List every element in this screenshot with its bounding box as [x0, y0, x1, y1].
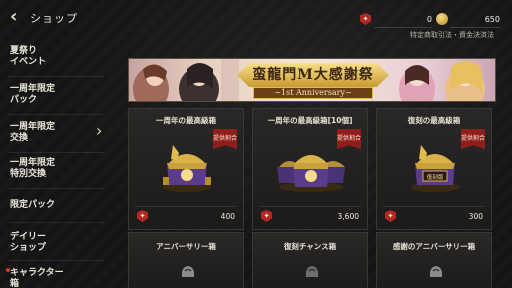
divider	[8, 222, 104, 223]
divider	[374, 27, 432, 28]
price: ✦ 400	[137, 210, 235, 222]
sidebar-item-label: 一周年限定 パック	[10, 84, 56, 105]
sidebar-item-anniv-special-exchange[interactable]: 一周年限定 特別交換	[0, 158, 104, 180]
red-gem-icon: ✦	[360, 13, 371, 25]
character-art-left	[133, 59, 239, 101]
product-name: 一周年の最高級箱[10個]	[267, 116, 353, 125]
divider	[8, 76, 104, 77]
sidebar-item-label: 夏祭り イベント	[10, 46, 47, 67]
sidebar-item-label: キャラクター 箱	[10, 268, 64, 288]
drop-rate-badge[interactable]: 提供割合	[461, 129, 485, 149]
sidebar-item-character-box[interactable]: キャラクター 箱	[0, 268, 104, 288]
price-value: 300	[468, 211, 483, 221]
product-name: 復刻チャンス箱	[283, 242, 337, 251]
product-card[interactable]: 一周年の最高級箱 提供割合 ✦ 400	[128, 108, 244, 230]
red-gem-icon: ✦	[261, 210, 272, 222]
treasure-chest-icon	[163, 145, 211, 192]
currency-red-gem[interactable]: ✦ 0	[360, 11, 432, 28]
product-name: アニバーサリー箱	[156, 242, 216, 251]
sidebar-item-anniv-pack[interactable]: 一周年限定 パック	[0, 84, 104, 106]
product-card[interactable]: アニバーサリー箱	[128, 232, 244, 288]
treasure-chest-icon	[411, 145, 459, 192]
red-gem-icon: ✦	[137, 210, 148, 222]
sidebar-item-daily-shop[interactable]: デイリー ショップ	[0, 232, 104, 254]
divider	[450, 27, 500, 28]
chest-label: 復刻版	[426, 175, 444, 181]
character-art-right	[399, 61, 485, 101]
sidebar-item-anniv-exchange[interactable]: 一周年限定 交換	[0, 116, 108, 160]
currency-gold-coin[interactable]: 650	[436, 11, 500, 28]
gold-coin-icon	[436, 13, 448, 25]
treasure-chests-icon	[277, 155, 345, 192]
product-name: 一周年の最高級箱	[156, 116, 216, 125]
red-gem-icon: ✦	[385, 210, 396, 222]
sidebar-item-label: デイリー ショップ	[10, 232, 47, 253]
sidebar: 夏祭り イベント 一周年限定 パック 一周年限定 交換 一周年限定 特別交換 限…	[0, 36, 112, 288]
product-card[interactable]: 感謝のアニバーサリー箱	[376, 232, 492, 288]
product-name: 感謝のアニバーサリー箱	[392, 242, 476, 251]
chevron-right-icon: ›	[96, 121, 103, 140]
sidebar-item-label: 一周年限定 特別交換	[10, 158, 56, 179]
sidebar-item-label: 限定パック	[10, 200, 56, 210]
price-value: 3,600	[337, 211, 359, 221]
legal-link[interactable]: 特定商取引法・資金決済法	[410, 30, 494, 40]
sidebar-item-limited-pack[interactable]: 限定パック	[0, 200, 104, 211]
price-value: 400	[220, 211, 235, 221]
product-card[interactable]: 復刻チャンス箱	[252, 232, 368, 288]
divider	[135, 206, 237, 207]
price: ✦ 300	[385, 210, 483, 222]
notification-dot	[6, 268, 10, 272]
currency-value: 0	[426, 14, 432, 24]
currency-value: 650	[484, 14, 500, 24]
banner-subtitle: ~1st Anniversary~	[253, 87, 373, 99]
banner-title: 蛮龍門M大感謝祭	[237, 63, 389, 87]
drop-rate-badge[interactable]: 提供割合	[213, 129, 237, 149]
divider	[8, 152, 104, 153]
product-name: 復刻の最高級箱	[407, 116, 461, 125]
dragon-box-icon	[181, 266, 195, 277]
divider	[8, 188, 104, 189]
anniversary-banner[interactable]: 蛮龍門M大感謝祭 ~1st Anniversary~	[128, 58, 496, 102]
divider	[8, 114, 104, 115]
product-card[interactable]: 一周年の最高級箱[10個] 提供割合 ✦ 3,600	[252, 108, 368, 230]
dragon-box-icon	[429, 266, 443, 277]
dragon-box-icon	[305, 266, 319, 277]
price: ✦ 3,600	[261, 210, 359, 222]
product-card[interactable]: 復刻の最高級箱 提供割合 復刻版 ✦ 300	[376, 108, 492, 230]
sidebar-item-summer-event[interactable]: 夏祭り イベント	[0, 46, 104, 68]
sidebar-item-label: 一周年限定 交換	[10, 122, 56, 143]
divider	[259, 206, 361, 207]
divider	[383, 206, 485, 207]
page-title: ショップ	[30, 12, 78, 25]
header: ‹ ショップ ✦ 0 650 特定商取引法・資金決済法	[0, 0, 512, 39]
chevron-left-icon[interactable]: ‹	[10, 8, 26, 26]
divider	[8, 260, 104, 261]
